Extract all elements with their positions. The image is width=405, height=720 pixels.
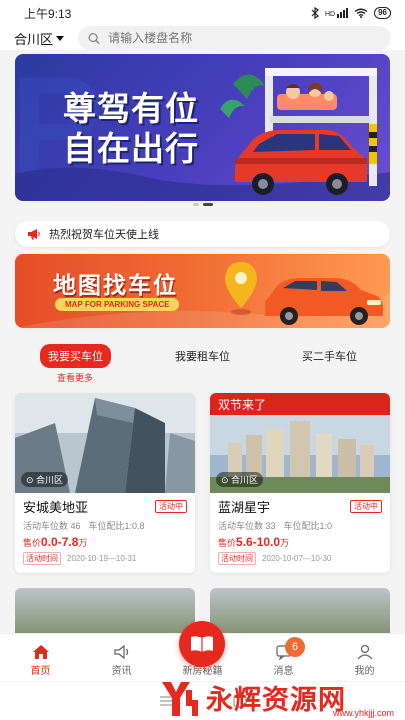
guide-center-button[interactable] — [179, 621, 225, 667]
map-banner-subtitle: MAP FOR PARKING SPACE — [55, 298, 180, 311]
status-badge: 活动中 — [155, 500, 187, 513]
promo-banner[interactable]: P 尊驾有位 自在出行 — [15, 54, 390, 201]
promo-ribbon: 双节来了 — [210, 393, 390, 415]
top-bar: 合川区 — [0, 26, 405, 50]
caret-down-icon — [56, 35, 65, 41]
site-watermark: 永辉资源网 www.yhkjjj.com — [158, 676, 398, 720]
tab-mine-label: 我的 — [354, 666, 375, 677]
listing-image: ⊙ 合川区 — [15, 393, 195, 493]
tab-news[interactable]: 资讯 — [92, 644, 152, 677]
listing-time: 2020-10-19—10-31 — [67, 554, 137, 563]
book-icon — [191, 636, 213, 652]
carousel-dot[interactable] — [192, 203, 199, 206]
price-unit: 万 — [78, 538, 88, 548]
notice-bar[interactable]: 热烈祝贺车位天使上线 — [15, 221, 390, 247]
signal-icon: HD — [324, 8, 349, 18]
price-unit: 万 — [280, 538, 290, 548]
listing-spaces: 活动车位数 46 — [23, 521, 81, 531]
tab-rent-parking[interactable]: 我要租车位 — [167, 344, 238, 368]
tab-news-label: 资讯 — [111, 666, 132, 677]
listing-card-peek[interactable] — [15, 588, 195, 638]
listing-location-text: 合川区 — [231, 475, 259, 485]
listing-ratio: 车位配比1:0 — [283, 521, 333, 531]
listing-name: 蓝湖星宇 — [218, 500, 271, 515]
search-bar[interactable] — [78, 26, 391, 50]
watermark-logo — [162, 682, 198, 716]
notice-text: 热烈祝贺车位天使上线 — [49, 229, 159, 241]
listing-location: ⊙ 合川区 — [216, 472, 264, 487]
listing-image: 双节来了 ⊙ 合川区 — [210, 393, 390, 493]
listing-name: 安城美地亚 — [23, 500, 89, 515]
banner-title-line2: 自在出行 — [63, 130, 199, 167]
battery-indicator: 96 — [374, 7, 391, 19]
signal-label: HD — [324, 11, 336, 18]
tab-mine[interactable]: 我的 — [335, 644, 395, 677]
listing-ratio: 车位配比1:0.8 — [88, 521, 145, 531]
price-prefix: 售价 — [218, 538, 237, 548]
user-icon — [357, 644, 372, 660]
category-tabs: 我要买车位 我要租车位 买二手车位 — [0, 344, 405, 368]
status-badge: 活动中 — [350, 500, 382, 513]
listing-card-peek[interactable] — [210, 588, 390, 638]
time-tag: 活动时间 — [218, 552, 256, 565]
tab-home[interactable]: 首页 — [11, 644, 71, 677]
home-icon — [32, 645, 49, 659]
listing-time: 2020-10-07—10-30 — [262, 554, 332, 563]
speaker-icon — [113, 644, 128, 660]
map-search-banner[interactable]: 地图找车位 MAP FOR PARKING SPACE — [15, 254, 390, 328]
app-screen: 上午9:13 HD 96 合川区 P — [0, 0, 405, 720]
tab-home-label: 首页 — [30, 666, 51, 677]
listing-card[interactable]: 双节来了 ⊙ 合川区 蓝湖星宇 活动中 活动车位数 33 车位配比1:0 售价5… — [210, 393, 390, 573]
map-banner-title: 地图找车位 — [53, 272, 178, 298]
district-selector[interactable]: 合川区 — [14, 29, 65, 48]
tab-secondhand-parking[interactable]: 买二手车位 — [294, 344, 365, 368]
status-bar: 上午9:13 HD 96 — [0, 0, 405, 26]
price-value: 0.0-7.8 — [41, 535, 79, 549]
price-value: 5.6-10.0 — [236, 535, 281, 549]
status-time: 上午9:13 — [24, 6, 72, 21]
listing-location-text: 合川区 — [36, 475, 64, 485]
district-label: 合川区 — [14, 31, 54, 47]
search-icon — [88, 32, 100, 44]
megaphone-icon — [28, 229, 40, 240]
message-count-badge: 6 — [285, 637, 305, 657]
carousel-dot-active[interactable] — [202, 203, 213, 206]
listing-spaces: 活动车位数 33 — [218, 521, 276, 531]
bluetooth-icon — [311, 7, 319, 19]
tab-messages-label: 消息 — [273, 666, 294, 677]
wifi-icon — [354, 8, 368, 18]
carousel-dots — [0, 203, 405, 206]
listing-location: ⊙ 合川区 — [21, 472, 69, 487]
search-input[interactable] — [108, 31, 381, 45]
tab-buy-parking[interactable]: 我要买车位 — [40, 344, 111, 368]
listing-price: 售价0.0-7.8万 — [23, 535, 187, 549]
see-more-link[interactable]: 查看更多 — [57, 371, 93, 384]
price-prefix: 售价 — [23, 538, 42, 548]
time-tag: 活动时间 — [23, 552, 61, 565]
listing-card[interactable]: ⊙ 合川区 安城美地亚 活动中 活动车位数 46 车位配比1:0.8 售价0.0… — [15, 393, 195, 573]
watermark-url: www.yhkjjj.com — [332, 708, 394, 718]
status-icons: HD 96 — [311, 7, 391, 19]
watermark-title: 永辉资源网 — [206, 685, 346, 716]
listing-price: 售价5.6-10.0万 — [218, 535, 382, 549]
